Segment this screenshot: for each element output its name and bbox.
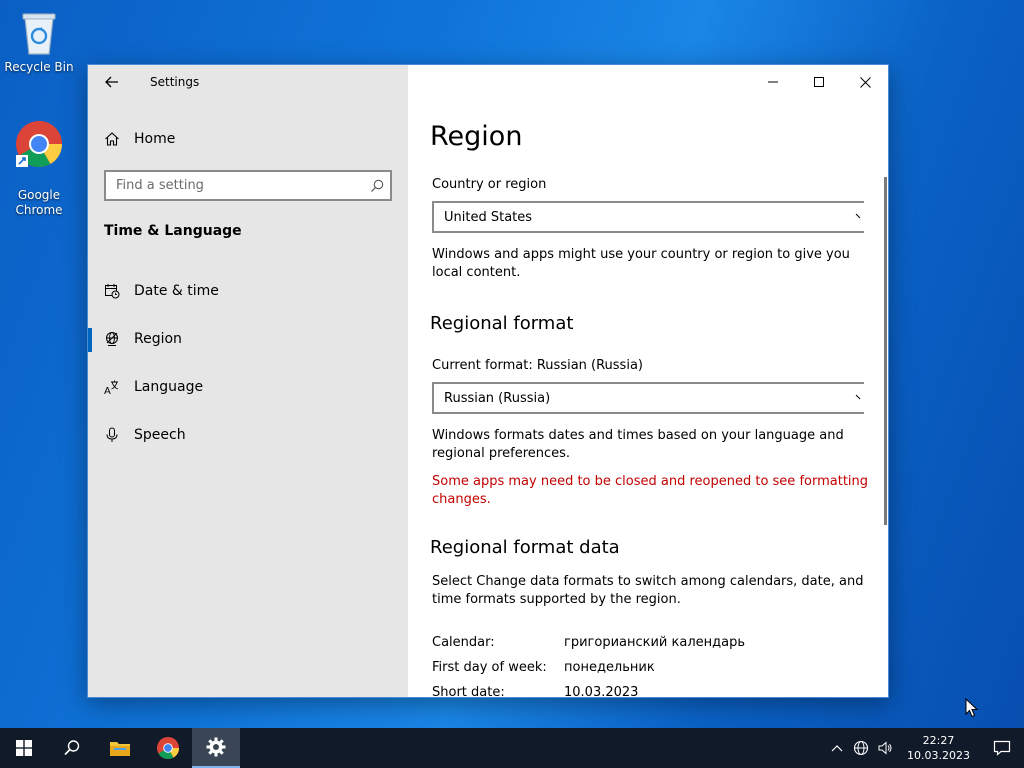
main-content: Region Country or region United States W… bbox=[408, 65, 888, 697]
sidebar-item-speech[interactable]: Speech bbox=[88, 415, 408, 455]
back-button[interactable] bbox=[100, 71, 124, 93]
clock-date: 10.03.2023 bbox=[907, 749, 970, 762]
calendar-clock-icon bbox=[105, 284, 120, 299]
sidebar-item-label: Date & time bbox=[134, 283, 219, 299]
language-icon: A bbox=[104, 380, 119, 395]
desktop-icon-google-chrome[interactable]: Google Chrome bbox=[1, 104, 77, 218]
format-warning: Some apps may need to be closed and reop… bbox=[432, 474, 869, 507]
mouse-cursor-icon bbox=[965, 698, 979, 718]
sidebar: Settings Home Time & Language bbox=[88, 65, 408, 697]
format-data-value: григорианский календарь bbox=[564, 635, 746, 650]
search-input[interactable] bbox=[106, 178, 364, 193]
chrome-icon bbox=[156, 736, 180, 760]
minimize-button[interactable] bbox=[750, 65, 796, 99]
sidebar-item-label: Language bbox=[134, 379, 204, 395]
title-bar[interactable]: Settings bbox=[88, 65, 408, 99]
format-data-key: First day of week: bbox=[432, 660, 547, 675]
page-title: Region bbox=[430, 121, 523, 152]
format-data-value: понедельник bbox=[564, 660, 655, 675]
current-format-label: Current format: Russian (Russia) bbox=[432, 358, 643, 373]
format-data-value: 10.03.2023 bbox=[564, 685, 639, 698]
sidebar-item-region[interactable]: Region bbox=[88, 319, 408, 359]
window-controls bbox=[750, 65, 888, 99]
clock-time: 22:27 bbox=[922, 734, 955, 747]
globe-icon bbox=[853, 740, 869, 756]
desktop-icon-label: Recycle Bin bbox=[4, 60, 74, 74]
nav-home[interactable]: Home bbox=[104, 125, 394, 153]
sidebar-section-title: Time & Language bbox=[104, 223, 242, 239]
taskbar: 22:27 10.03.2023 bbox=[0, 728, 1024, 768]
globe-icon bbox=[106, 332, 118, 346]
gear-icon bbox=[206, 737, 226, 757]
folder-icon bbox=[110, 742, 130, 756]
regional-format-heading: Regional format bbox=[430, 313, 574, 334]
format-data-key: Short date: bbox=[432, 685, 505, 698]
app-title: Settings bbox=[150, 75, 200, 89]
country-value: United States bbox=[444, 209, 533, 225]
settings-window: Settings Home Time & Language bbox=[87, 64, 889, 698]
recycle-bin-icon bbox=[22, 13, 56, 55]
chevron-down-icon bbox=[855, 394, 861, 400]
search-box[interactable] bbox=[104, 170, 392, 201]
network-button[interactable] bbox=[849, 728, 873, 768]
taskbar-file-explorer[interactable] bbox=[96, 728, 144, 768]
show-hidden-icons-button[interactable] bbox=[825, 728, 849, 768]
nav-home-label: Home bbox=[134, 131, 176, 147]
format-dropdown[interactable]: Russian (Russia) bbox=[432, 382, 864, 414]
format-data-description: Select Change data formats to switch amo… bbox=[432, 574, 864, 607]
maximize-button[interactable] bbox=[796, 65, 842, 99]
format-data-key: Calendar: bbox=[432, 635, 495, 650]
chevron-up-icon bbox=[831, 745, 843, 752]
country-dropdown[interactable]: United States bbox=[432, 201, 864, 233]
home-icon bbox=[105, 132, 119, 146]
svg-text:A: A bbox=[104, 386, 111, 395]
search-icon[interactable] bbox=[364, 179, 390, 193]
windows-logo-icon bbox=[16, 740, 32, 756]
country-label: Country or region bbox=[432, 177, 547, 192]
back-arrow-icon bbox=[105, 76, 118, 88]
clock[interactable]: 22:27 10.03.2023 bbox=[897, 728, 980, 768]
notification-icon bbox=[993, 740, 1011, 756]
desktop-icon-label: Google Chrome bbox=[15, 188, 63, 217]
close-icon bbox=[859, 76, 871, 88]
system-tray: 22:27 10.03.2023 bbox=[825, 728, 1024, 768]
format-description: Windows formats dates and times based on… bbox=[432, 428, 844, 461]
sidebar-item-label: Region bbox=[134, 331, 182, 347]
search-icon bbox=[64, 740, 80, 756]
volume-button[interactable] bbox=[873, 728, 897, 768]
chrome-icon bbox=[16, 121, 62, 167]
format-value: Russian (Russia) bbox=[444, 390, 551, 406]
taskbar-settings[interactable] bbox=[192, 728, 240, 768]
maximize-icon bbox=[814, 77, 824, 87]
close-button[interactable] bbox=[842, 65, 888, 99]
desktop-icon-recycle-bin[interactable]: Recycle Bin bbox=[1, 8, 77, 75]
sidebar-item-label: Speech bbox=[134, 427, 186, 443]
microphone-icon bbox=[106, 427, 118, 442]
sidebar-item-date-time[interactable]: Date & time bbox=[88, 271, 408, 311]
scrollbar[interactable] bbox=[884, 177, 887, 525]
taskbar-search-button[interactable] bbox=[48, 728, 96, 768]
speaker-icon bbox=[878, 741, 892, 755]
start-button[interactable] bbox=[0, 728, 48, 768]
format-data-heading: Regional format data bbox=[430, 537, 620, 558]
action-center-button[interactable] bbox=[980, 728, 1024, 768]
sidebar-item-language[interactable]: A Language bbox=[88, 367, 408, 407]
taskbar-chrome[interactable] bbox=[144, 728, 192, 768]
chevron-down-icon bbox=[855, 213, 861, 219]
country-description: Windows and apps might use your country … bbox=[432, 247, 850, 280]
minimize-icon bbox=[768, 81, 778, 83]
